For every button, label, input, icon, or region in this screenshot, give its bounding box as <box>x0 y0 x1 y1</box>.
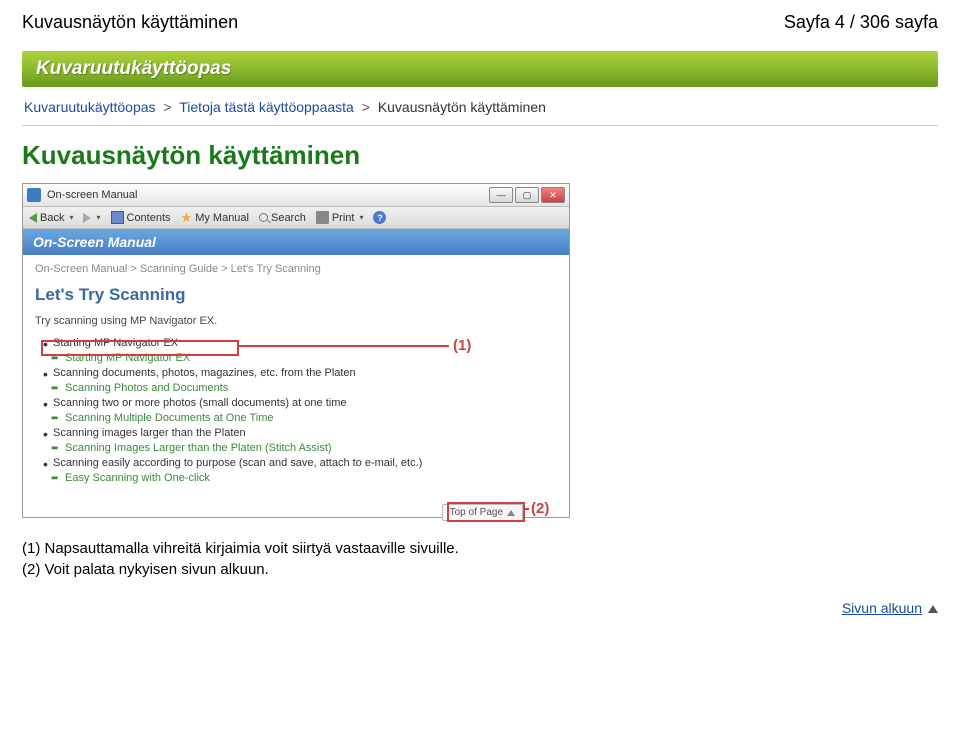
list-sublink[interactable]: Scanning Multiple Documents at One Time <box>43 412 557 424</box>
page-top-link[interactable]: Sivun alkuun <box>842 600 922 616</box>
breadcrumb-mid[interactable]: Tietoja tästä käyttöoppaasta <box>179 99 354 115</box>
forward-button[interactable]: ▾ <box>83 213 100 223</box>
back-label: Back <box>40 212 64 224</box>
book-icon <box>111 211 124 224</box>
content-area: On-Screen Manual > Scanning Guide > Let'… <box>23 255 569 517</box>
note-1: (1) Napsauttamalla vihreitä kirjaimia vo… <box>22 540 938 557</box>
breadcrumb: Kuvaruutukäyttöopas > Tietoja tästä käyt… <box>22 95 938 119</box>
window-title: On-screen Manual <box>47 189 483 201</box>
arrow-up-icon <box>507 510 515 516</box>
page-top-link-row: Sivun alkuun <box>22 600 938 616</box>
back-icon <box>29 213 37 223</box>
close-button[interactable]: ✕ <box>541 187 565 203</box>
contents-button[interactable]: Contents <box>111 211 171 224</box>
chevron-down-icon: ▾ <box>96 213 100 222</box>
intro-text: Try scanning using MP Navigator EX. <box>35 315 557 327</box>
chevron-down-icon: ▾ <box>359 213 363 222</box>
contents-label: Contents <box>127 212 171 224</box>
scan-list: Starting MP Navigator EX Starting MP Nav… <box>35 337 557 484</box>
mymanual-button[interactable]: ★My Manual <box>181 211 249 224</box>
window-titlebar: On-screen Manual — ▢ ✕ <box>23 184 569 207</box>
breadcrumb-sep: > <box>163 99 171 115</box>
forward-icon <box>83 213 91 223</box>
toolbar: Back ▾ ▾ Contents ★My Manual Search Print… <box>23 207 569 229</box>
top-of-page-button[interactable]: Top of Page <box>442 504 523 521</box>
list-item: Scanning documents, photos, magazines, e… <box>43 367 557 379</box>
search-icon <box>259 213 268 222</box>
back-button[interactable]: Back ▾ <box>29 212 73 224</box>
arrow-up-icon <box>928 605 938 613</box>
maximize-button[interactable]: ▢ <box>515 187 539 203</box>
page-title-right: Sayfa 4 / 306 sayfa <box>784 12 938 33</box>
section-header: On-Screen Manual <box>23 229 569 255</box>
page-title-left: Kuvausnäytön käyttäminen <box>22 12 238 33</box>
note-2: (2) Voit palata nykyisen sivun alkuun. <box>22 561 938 578</box>
notes: (1) Napsauttamalla vihreitä kirjaimia vo… <box>22 540 938 578</box>
breadcrumb-sep: > <box>362 99 370 115</box>
screenshot-window: On-screen Manual — ▢ ✕ Back ▾ ▾ Contents … <box>22 183 570 518</box>
help-icon[interactable]: ? <box>373 211 386 224</box>
chevron-down-icon: ▾ <box>69 213 73 222</box>
list-item: Scanning images larger than the Platen <box>43 427 557 439</box>
print-button[interactable]: Print ▾ <box>316 211 364 224</box>
search-label: Search <box>271 212 306 224</box>
list-item: Scanning two or more photos (small docum… <box>43 397 557 409</box>
breadcrumb-root[interactable]: Kuvaruutukäyttöopas <box>24 99 156 115</box>
list-sublink[interactable]: Scanning Photos and Documents <box>43 382 557 394</box>
breadcrumb-current: Kuvausnäytön käyttäminen <box>378 99 546 115</box>
main-heading: Kuvausnäytön käyttäminen <box>22 140 938 171</box>
list-sublink[interactable]: Scanning Images Larger than the Platen (… <box>43 442 557 454</box>
top-of-page-label: Top of Page <box>450 507 503 518</box>
print-label: Print <box>332 212 355 224</box>
print-icon <box>316 211 329 224</box>
callout-marker-2: (2) <box>525 500 549 517</box>
callout-marker-1: (1) <box>239 337 471 354</box>
list-sublink[interactable]: Easy Scanning with One-click <box>43 472 557 484</box>
guide-banner: Kuvaruutukäyttöopas <box>22 51 938 87</box>
list-item: Scanning easily according to purpose (sc… <box>43 457 557 469</box>
mymanual-label: My Manual <box>195 212 249 224</box>
divider <box>22 125 938 126</box>
star-icon: ★ <box>181 211 193 224</box>
app-icon <box>27 188 41 202</box>
minimize-button[interactable]: — <box>489 187 513 203</box>
search-button[interactable]: Search <box>259 212 306 224</box>
content-heading: Let's Try Scanning <box>35 285 557 305</box>
content-breadcrumb: On-Screen Manual > Scanning Guide > Let'… <box>35 263 557 275</box>
